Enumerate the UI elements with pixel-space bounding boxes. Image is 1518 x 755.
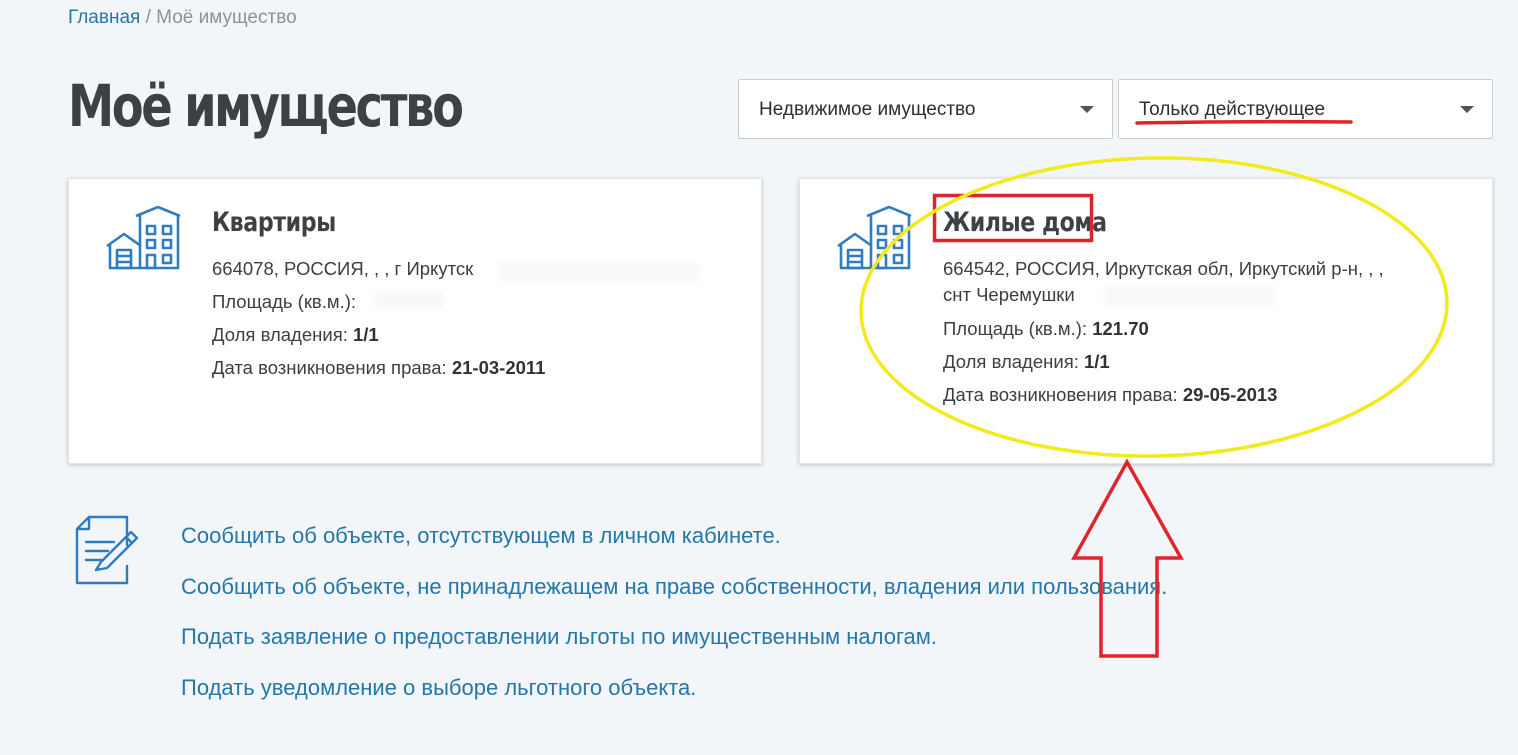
property-card-houses[interactable]: Жилые дома 664542, РОССИЯ, Иркутская обл…: [799, 178, 1493, 464]
breadcrumb-home-link[interactable]: Главная: [68, 7, 140, 28]
area-value: 121.70: [1092, 318, 1149, 339]
share-label: Доля владения:: [943, 351, 1079, 372]
date-value: 29-05-2013: [1182, 384, 1278, 405]
caret-down-icon: [1080, 106, 1094, 113]
page-title: Моё имущество: [68, 72, 464, 140]
card-address: 664542, РОССИЯ, Иркутская обл, Иркутский…: [943, 258, 1384, 279]
house-icon: [837, 206, 912, 270]
area-label: Площадь (кв.м.):: [212, 291, 357, 312]
tax-benefit-application-link[interactable]: Подать заявление о предоставлении льготы…: [181, 612, 1167, 663]
report-not-owned-object-link[interactable]: Сообщить об объекте, не принадлежащем на…: [181, 562, 1167, 613]
links-list: Сообщить об объекте, отсутствующем в лич…: [181, 511, 1167, 713]
property-card-apartments[interactable]: Квартиры 664078, РОССИЯ, , , г Иркутск П…: [68, 178, 762, 464]
house-icon: [106, 206, 181, 270]
redaction-blur: [374, 291, 444, 309]
share-label: Доля владения:: [212, 324, 348, 345]
card-title: Квартиры: [212, 207, 336, 238]
date-label: Дата возникновения права:: [212, 357, 447, 378]
breadcrumb: Главная / Моё имущество: [68, 7, 297, 29]
breadcrumb-separator: /: [145, 7, 151, 28]
date-value: 21-03-2011: [451, 357, 546, 378]
preferential-object-notice-link[interactable]: Подать уведомление о выборе льготного об…: [181, 663, 1167, 714]
status-select[interactable]: Только действующее: [1118, 79, 1493, 139]
document-edit-icon: [75, 515, 139, 585]
redaction-blur: [1105, 287, 1275, 305]
area-label: Площадь (кв.м.):: [943, 318, 1088, 339]
card-title: Жилые дома: [943, 207, 1107, 238]
report-missing-object-link[interactable]: Сообщить об объекте, отсутствующем в лич…: [181, 511, 1167, 562]
caret-down-icon: [1460, 106, 1474, 113]
share-value: 1/1: [353, 324, 379, 345]
share-value: 1/1: [1084, 351, 1110, 372]
redaction-blur: [499, 264, 699, 282]
status-value: Только действующее: [1139, 99, 1326, 120]
date-label: Дата возникновения права:: [943, 384, 1178, 405]
breadcrumb-current: Моё имущество: [156, 7, 297, 28]
property-type-select[interactable]: Недвижимое имущество: [738, 79, 1113, 139]
property-type-value: Недвижимое имущество: [759, 99, 976, 120]
